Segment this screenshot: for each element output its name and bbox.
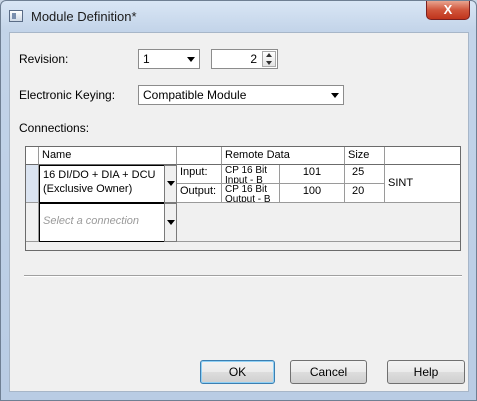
separator xyxy=(24,275,462,277)
connection-name-select[interactable]: 16 DI/DO + DIA + DCU (Exclusive Owner) xyxy=(39,165,177,203)
column-header-type xyxy=(385,147,460,165)
revision-label: Revision: xyxy=(19,52,69,66)
column-header-name[interactable]: Name xyxy=(39,147,177,165)
chevron-down-icon xyxy=(167,181,175,186)
title-bar[interactable]: Module Definition* X xyxy=(1,1,476,31)
column-header-direction xyxy=(177,147,222,165)
output-remote-name-sub: Output - B xyxy=(225,194,271,203)
select-connection-input[interactable]: Select a connection xyxy=(39,203,177,242)
electronic-keying-select[interactable]: Compatible Module xyxy=(138,85,344,105)
size-type[interactable]: SINT xyxy=(385,165,460,203)
help-button[interactable]: Help xyxy=(387,360,465,384)
close-icon: X xyxy=(443,2,453,17)
input-instance[interactable]: 101 xyxy=(280,165,345,184)
connections-grid: Name Remote Data Size 16 DI/DO + DIA + D… xyxy=(25,146,461,251)
connection-name-line1: 16 DI/DO + DIA + DCU xyxy=(43,169,156,181)
output-remote-data[interactable]: CP 16 Bit Output - B xyxy=(222,184,280,203)
connection-dropdown-button[interactable] xyxy=(164,165,177,203)
output-size[interactable]: 20 xyxy=(345,184,385,203)
new-connection-dropdown-button[interactable] xyxy=(164,203,177,242)
new-row-selector[interactable] xyxy=(26,203,39,242)
chevron-down-icon xyxy=(331,93,339,98)
input-remote-data[interactable]: CP 16 Bit Input - B xyxy=(222,165,280,184)
spinner-buttons[interactable] xyxy=(262,51,276,67)
chevron-down-icon xyxy=(187,57,195,62)
electronic-keying-label: Electronic Keying: xyxy=(19,88,116,102)
electronic-keying-value: Compatible Module xyxy=(143,88,247,102)
window-icon xyxy=(9,10,23,22)
output-instance[interactable]: 100 xyxy=(280,184,345,203)
input-remote-name-sub: Input - B xyxy=(225,175,263,184)
cancel-button[interactable]: Cancel xyxy=(290,360,367,384)
input-size[interactable]: 25 xyxy=(345,165,385,184)
revision-major-select[interactable]: 1 xyxy=(138,49,200,69)
spin-up-icon[interactable] xyxy=(266,53,272,57)
revision-major-value: 1 xyxy=(143,52,150,66)
close-button[interactable]: X xyxy=(426,1,470,20)
row-header-corner xyxy=(26,147,39,165)
connection-name-line2: (Exclusive Owner) xyxy=(43,183,133,195)
revision-minor-spinner[interactable]: 2 xyxy=(211,49,278,69)
window-title: Module Definition* xyxy=(31,9,137,24)
chevron-down-icon xyxy=(167,220,175,225)
connections-label: Connections: xyxy=(19,121,90,135)
revision-minor-value: 2 xyxy=(250,52,257,66)
column-header-size[interactable]: Size xyxy=(345,147,385,165)
spin-down-icon[interactable] xyxy=(266,61,272,65)
column-header-remote-data[interactable]: Remote Data xyxy=(222,147,345,165)
output-label: Output: xyxy=(177,184,222,203)
ok-button[interactable]: OK xyxy=(200,360,275,384)
dialog-body: Revision: 1 2 Electronic Keying: Compati… xyxy=(9,32,469,392)
empty-row-area xyxy=(177,203,460,242)
input-label: Input: xyxy=(177,165,222,184)
row-selector[interactable] xyxy=(26,165,39,203)
module-definition-dialog: Module Definition* X Revision: 1 2 Elect… xyxy=(0,0,477,401)
